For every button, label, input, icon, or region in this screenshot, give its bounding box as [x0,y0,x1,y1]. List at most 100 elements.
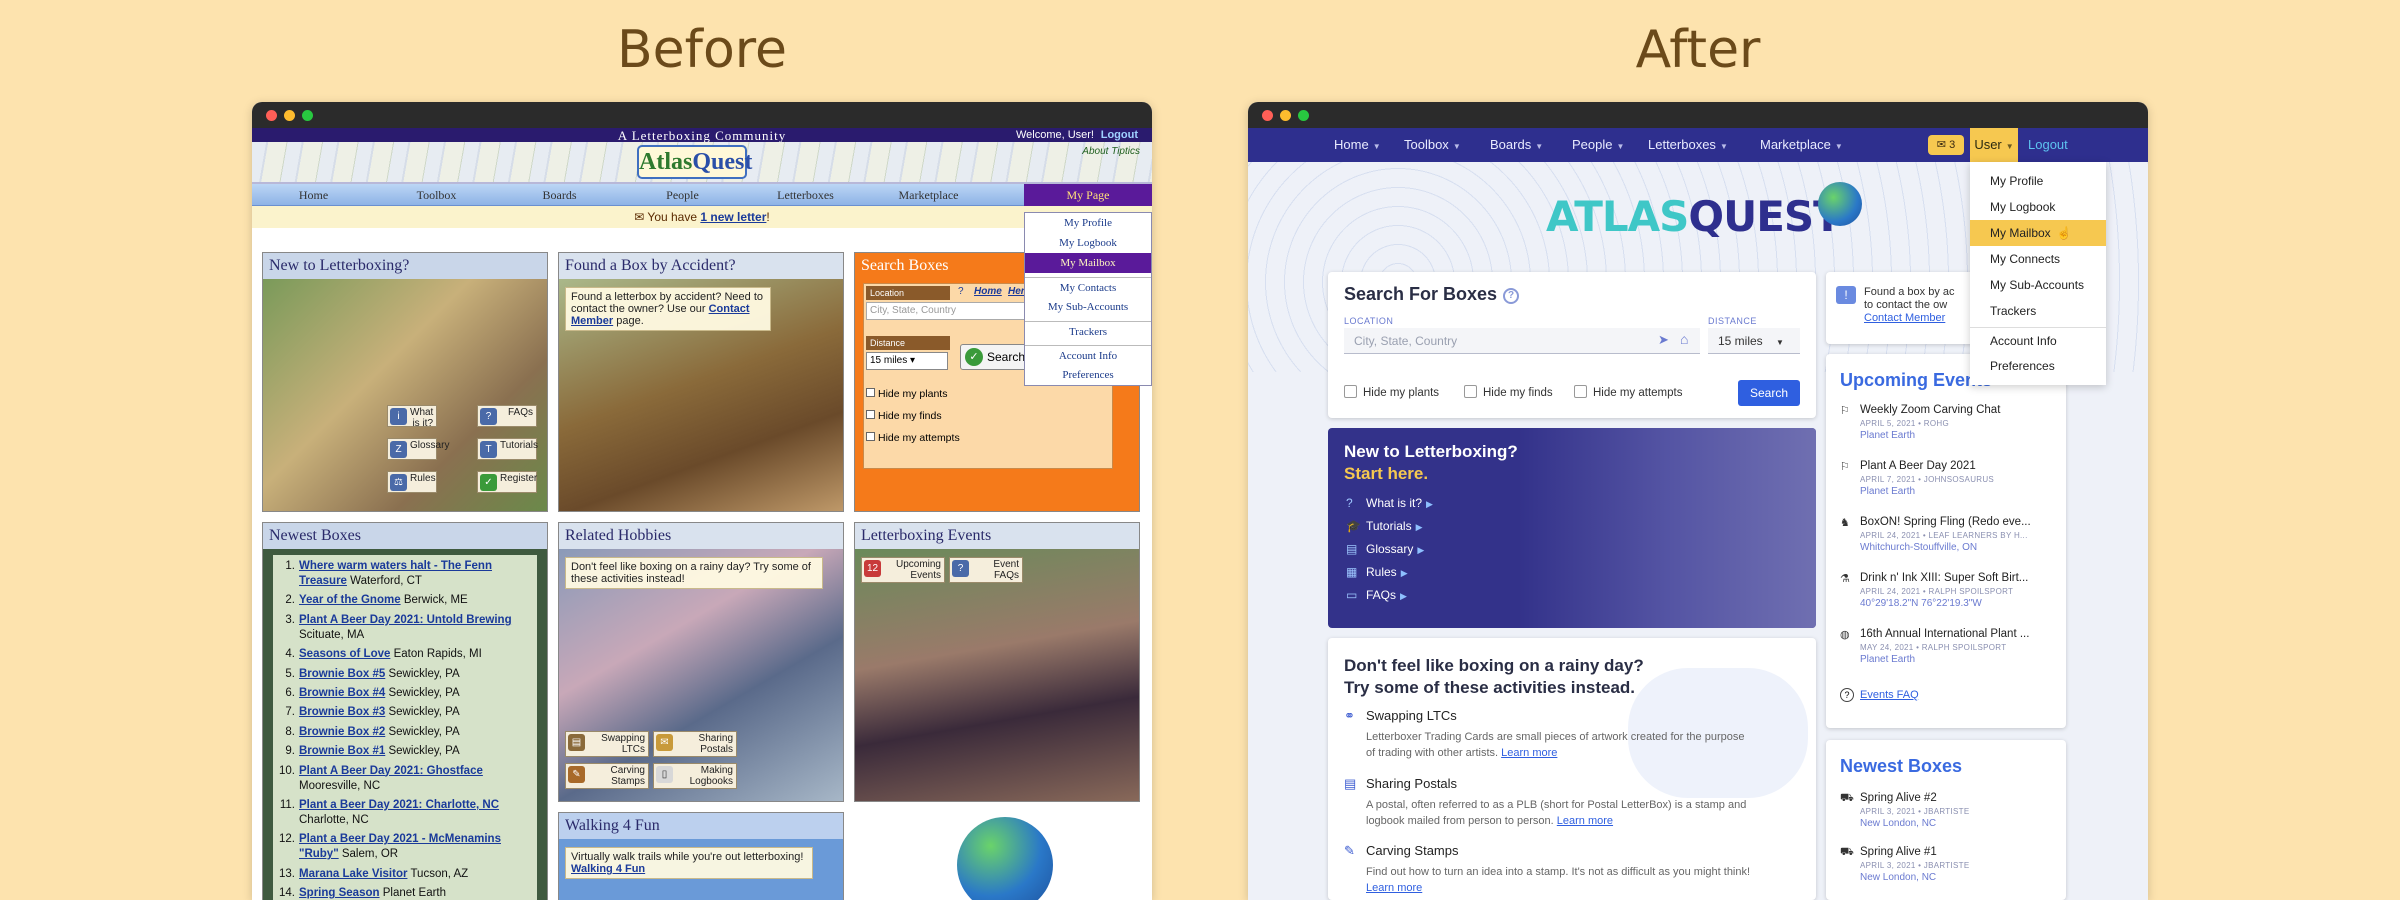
dd-my-profile[interactable]: My Profile [1025,213,1151,233]
logout-link[interactable]: Logout [1101,129,1138,141]
location-input[interactable]: City, State, Country [1344,328,1700,354]
nav-marketplace[interactable]: Marketplace [867,184,990,205]
hide-attempts-checkbox[interactable]: Hide my attempts [866,432,960,444]
hide-finds-checkbox[interactable]: Hide my finds [1464,385,1553,399]
about-link[interactable]: About Tiptics [1082,146,1140,157]
atlasquest-logo[interactable]: AtlasQuest [637,145,752,179]
event-item[interactable]: ⚗ Drink n' Ink XIII: Super Soft Birt... AP… [1840,572,2055,609]
learn-more-link[interactable]: Learn more [1557,815,1613,827]
dd-preferences[interactable]: Preferences [1970,353,2106,379]
close-window-button[interactable] [266,110,277,121]
learn-more-link[interactable]: Learn more [1501,747,1557,759]
nav-home[interactable]: Home ▼ [1334,128,1381,164]
dd-my-profile[interactable]: My Profile [1970,168,2106,194]
faqs-link[interactable]: ▭ FAQs ▶ [1346,588,1407,602]
dd-my-logbook[interactable]: My Logbook [1025,233,1151,253]
mailbox-badge[interactable]: ✉ 3 [1928,135,1964,155]
event-item[interactable]: ⚐ Weekly Zoom Carving Chat APRIL 5, 2021 •… [1840,404,2055,441]
box-link[interactable]: Plant A Beer Day 2021: Ghostface [299,765,483,777]
minimize-window-button[interactable] [284,110,295,121]
box-item[interactable]: ⛟ Spring Alive #2 APRIL 3, 2021 • JBARTIST… [1840,792,2055,829]
box-link[interactable]: Brownie Box #1 [299,745,385,757]
event-faqs-button[interactable]: ? Event FAQs [949,557,1023,583]
nav-people[interactable]: People [621,184,744,205]
maximize-window-button[interactable] [302,110,313,121]
close-window-button[interactable] [1262,110,1273,121]
making-logbooks-button[interactable]: ▯ Making Logbooks [653,763,737,789]
nav-home[interactable]: Home [252,184,375,205]
swapping-ltcs-button[interactable]: ▤ Swapping LTCs [565,731,649,757]
box-link[interactable]: Plant a Beer Day 2021 - McMenamins "Ruby… [299,833,501,860]
dd-my-logbook[interactable]: My Logbook [1970,194,2106,220]
hide-finds-checkbox[interactable]: Hide my finds [866,410,942,422]
box-link[interactable]: Year of the Gnome [299,594,401,606]
event-item[interactable]: ⚐ Plant A Beer Day 2021 APRIL 7, 2021 • JO… [1840,460,2055,497]
event-item[interactable]: ◍ 16th Annual International Plant ... MAY … [1840,628,2055,665]
walking-4-fun-link[interactable]: Walking 4 Fun [571,863,645,875]
upcoming-events-button[interactable]: 12 Upcoming Events [861,557,945,583]
box-link[interactable]: Brownie Box #5 [299,668,385,680]
what-is-it-button[interactable]: i What is it? [387,405,437,429]
dd-my-mailbox[interactable]: My Mailbox ☝ [1970,220,2106,246]
what-is-it-link[interactable]: ? What is it? ▶ [1346,496,1433,510]
box-link[interactable]: Spring Season [299,887,380,899]
search-button[interactable]: Search [1738,380,1800,406]
nav-marketplace[interactable]: Marketplace ▼ [1760,128,1843,164]
box-link[interactable]: Seasons of Love [299,648,390,660]
atlasquest-logo[interactable]: ATLASQUEST [1546,192,1842,241]
logout-link[interactable]: Logout [2028,128,2068,162]
events-faq-link[interactable]: ? Events FAQ [1840,688,1919,702]
dd-my-mailbox[interactable]: My Mailbox [1025,253,1151,273]
register-button[interactable]: ✓ Register [477,471,537,493]
carving-stamps-button[interactable]: ✎ Carving Stamps [565,763,649,789]
box-link[interactable]: Plant A Beer Day 2021: Untold Brewing [299,614,512,626]
contact-member-link[interactable]: Contact Member [1864,312,1945,324]
dd-my-sub-accounts[interactable]: My Sub-Accounts [1025,297,1151,317]
new-letter-link[interactable]: 1 new letter [700,210,766,224]
dd-my-sub-accounts[interactable]: My Sub-Accounts [1970,272,2106,298]
minimize-window-button[interactable] [1280,110,1291,121]
box-link[interactable]: Brownie Box #2 [299,726,385,738]
hide-plants-checkbox[interactable]: Hide my plants [1344,385,1439,399]
rules-button[interactable]: ⚖ Rules [387,471,437,493]
box-item[interactable]: ⛟ Spring Alive #1 APRIL 3, 2021 • JBARTIST… [1840,846,2055,883]
glossary-button[interactable]: Z Glossary [387,438,449,460]
dd-trackers[interactable]: Trackers [1025,321,1151,341]
tutorials-link[interactable]: 🎓 Tutorials ▶ [1346,519,1423,533]
nav-toolbox[interactable]: Toolbox ▼ [1404,128,1461,164]
help-icon[interactable]: ? [1503,288,1520,304]
dd-account-info[interactable]: Account Info [1025,345,1151,365]
hide-plants-checkbox[interactable]: Hide my plants [866,388,947,400]
help-icon[interactable]: ? [958,286,964,297]
dd-trackers[interactable]: Trackers [1970,298,2106,324]
tutorials-button[interactable]: T Tutorials [477,438,538,460]
home-icon[interactable]: ⌂ [1680,331,1688,347]
home-link[interactable]: Home [974,286,1002,297]
learn-more-link[interactable]: Learn more [1366,882,1422,894]
glossary-link[interactable]: ▤ Glossary ▶ [1346,542,1424,556]
sharing-postals-button[interactable]: ✉ Sharing Postals [653,731,737,757]
nav-my-page[interactable]: My Page [1024,184,1152,206]
nav-letterboxes[interactable]: Letterboxes ▼ [1648,128,1728,164]
dd-my-contacts[interactable]: My Contacts [1025,277,1151,297]
nav-toolbox[interactable]: Toolbox [375,184,498,205]
box-link[interactable]: Brownie Box #4 [299,687,385,699]
event-item[interactable]: ♞ BoxON! Spring Fling (Redo eve... APRIL 2… [1840,516,2055,553]
faqs-button[interactable]: ? FAQs [477,405,537,427]
distance-select[interactable]: 15 miles ▼ [1708,328,1800,354]
rules-link[interactable]: ▦ Rules ▶ [1346,565,1408,579]
nav-boards[interactable]: Boards [498,184,621,205]
nav-boards[interactable]: Boards ▼ [1490,128,1543,164]
box-link[interactable]: Marana Lake Visitor [299,868,407,880]
box-link[interactable]: Brownie Box #3 [299,706,385,718]
distance-select[interactable]: 15 miles ▾ [866,352,948,370]
dd-preferences[interactable]: Preferences [1025,365,1151,385]
maximize-window-button[interactable] [1298,110,1309,121]
box-link[interactable]: Plant a Beer Day 2021: Charlotte, NC [299,799,499,811]
dd-account-info[interactable]: Account Info [1970,327,2106,353]
hide-attempts-checkbox[interactable]: Hide my attempts [1574,385,1682,399]
locate-arrow-icon[interactable]: ➤ [1658,332,1669,348]
nav-people[interactable]: People ▼ [1572,128,1624,164]
user-menu-button[interactable]: User ▼ [1970,128,2018,162]
dd-my-connects[interactable]: My Connects [1970,246,2106,272]
